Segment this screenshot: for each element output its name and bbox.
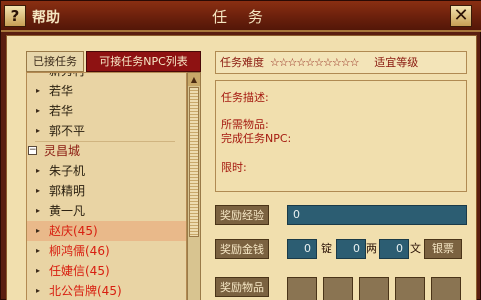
difficulty-box: 任务难度 ☆☆☆☆☆☆☆☆☆☆ 适宜等级: [215, 51, 467, 74]
list-item-label: 柳鸿儒(46): [49, 244, 110, 258]
reward-money-label: 奖励金钱: [215, 239, 269, 259]
tree-marker-icon: ▸: [36, 73, 40, 81]
list-item-label: 赵庆(45): [49, 224, 98, 238]
window-title: 任 务: [212, 8, 271, 26]
tree-marker-icon: ▸: [36, 126, 41, 135]
tree-marker-icon: ▸: [36, 246, 41, 255]
quest-description-box: 任务描述: 所需物品: 完成任务NPC: 限时:: [215, 80, 467, 192]
reward-exp-row: 奖励经验 0: [215, 205, 467, 225]
reward-item-slot[interactable]: [323, 277, 353, 300]
money-ding-value: 0: [287, 239, 317, 259]
money-ding-unit: 锭: [321, 242, 332, 255]
list-item-label: 若华: [49, 104, 74, 118]
reward-exp-value: 0: [287, 205, 467, 225]
list-item-label: 郭精明: [49, 184, 86, 198]
silver-note-button[interactable]: 银票: [424, 239, 462, 259]
tree-marker-icon: ▸: [36, 86, 41, 95]
difficulty-stars: ☆☆☆☆☆☆☆☆☆☆: [269, 56, 360, 69]
scroll-thumb[interactable]: [189, 87, 199, 237]
money-wen-value: 0: [379, 239, 409, 259]
tree-marker-icon: ▸: [36, 286, 41, 295]
tree-marker-icon: ▸: [36, 106, 41, 115]
description-label: 任务描述:: [221, 91, 269, 104]
list-group-label: 灵昌城: [44, 144, 81, 158]
list-item-label: 新秀村: [49, 73, 85, 81]
list-item[interactable]: ▸ 郭不平: [27, 121, 186, 141]
tree-marker-icon: ▸: [36, 226, 41, 235]
tab-accepted-quests[interactable]: 已接任务: [26, 51, 84, 72]
tree-marker-icon: ▸: [36, 166, 41, 175]
list-item[interactable]: ▸ 郭精明: [27, 181, 186, 201]
suitable-level-label: 适宜等级: [374, 56, 419, 69]
npc-list: ▸ 新秀村 ▸ 若华 ▸ 若华 ▸ 郭不平 − 灵昌城 ▸ 朱子机 ▸ 郭精明: [26, 72, 187, 300]
tree-marker-icon: ▸: [36, 186, 41, 195]
list-item-label: 黄一凡: [49, 204, 86, 218]
list-item[interactable]: ▸ 黄一凡: [27, 201, 186, 221]
reward-money-row: 奖励金钱 0 锭 0 两 0 文 银票: [215, 239, 467, 259]
list-item-label: 若华: [49, 84, 74, 98]
reward-items-row: 奖励物品: [215, 277, 467, 300]
reward-exp-label: 奖励经验: [215, 205, 269, 225]
list-scrollbar[interactable]: ▲: [187, 72, 201, 300]
reward-item-slot[interactable]: [395, 277, 425, 300]
tree-marker-icon: ▸: [36, 206, 41, 215]
list-item-selected[interactable]: ▸ 赵庆(45): [27, 221, 186, 241]
list-item-label: 北公告牌(45): [49, 284, 122, 298]
close-icon[interactable]: ✕: [450, 5, 472, 27]
reward-items-label: 奖励物品: [215, 277, 269, 297]
list-item[interactable]: ▸ 新秀村: [27, 73, 186, 81]
reward-item-slot[interactable]: [287, 277, 317, 300]
difficulty-label: 任务难度: [220, 56, 264, 69]
quest-window: ? 帮助 任 务 ✕ 已接任务 可接任务NPC列表 ▸ 新秀村 ▸ 若华 ▸ 若…: [0, 0, 481, 300]
collapse-icon[interactable]: −: [28, 146, 37, 155]
list-item[interactable]: ▸ 任婕信(45): [27, 261, 186, 281]
reward-item-slot[interactable]: [359, 277, 389, 300]
complete-npc-label: 完成任务NPC:: [221, 132, 292, 145]
money-liang-value: 0: [336, 239, 366, 259]
tree-marker-icon: ▸: [36, 266, 41, 275]
list-item[interactable]: ▸ 柳鸿儒(46): [27, 241, 186, 261]
time-limit-label: 限时:: [221, 161, 247, 174]
scroll-up-icon[interactable]: ▲: [188, 73, 200, 86]
money-liang-unit: 两: [366, 242, 377, 255]
list-item-label: 郭不平: [49, 124, 86, 138]
list-item-label: 朱子机: [49, 164, 86, 178]
title-bar[interactable]: ? 帮助 任 务 ✕: [1, 1, 481, 32]
list-item[interactable]: ▸ 若华: [27, 81, 186, 101]
list-item[interactable]: ▸ 朱子机: [27, 161, 186, 181]
list-group-lingchang[interactable]: − 灵昌城: [27, 141, 186, 161]
tab-available-npc-list[interactable]: 可接任务NPC列表: [86, 51, 201, 72]
money-wen-unit: 文: [410, 242, 421, 255]
list-item[interactable]: ▸ 北公告牌(45): [27, 281, 186, 300]
list-item[interactable]: ▸ 若华: [27, 101, 186, 121]
list-item-label: 任婕信(45): [49, 264, 110, 278]
reward-item-slot[interactable]: [431, 277, 461, 300]
